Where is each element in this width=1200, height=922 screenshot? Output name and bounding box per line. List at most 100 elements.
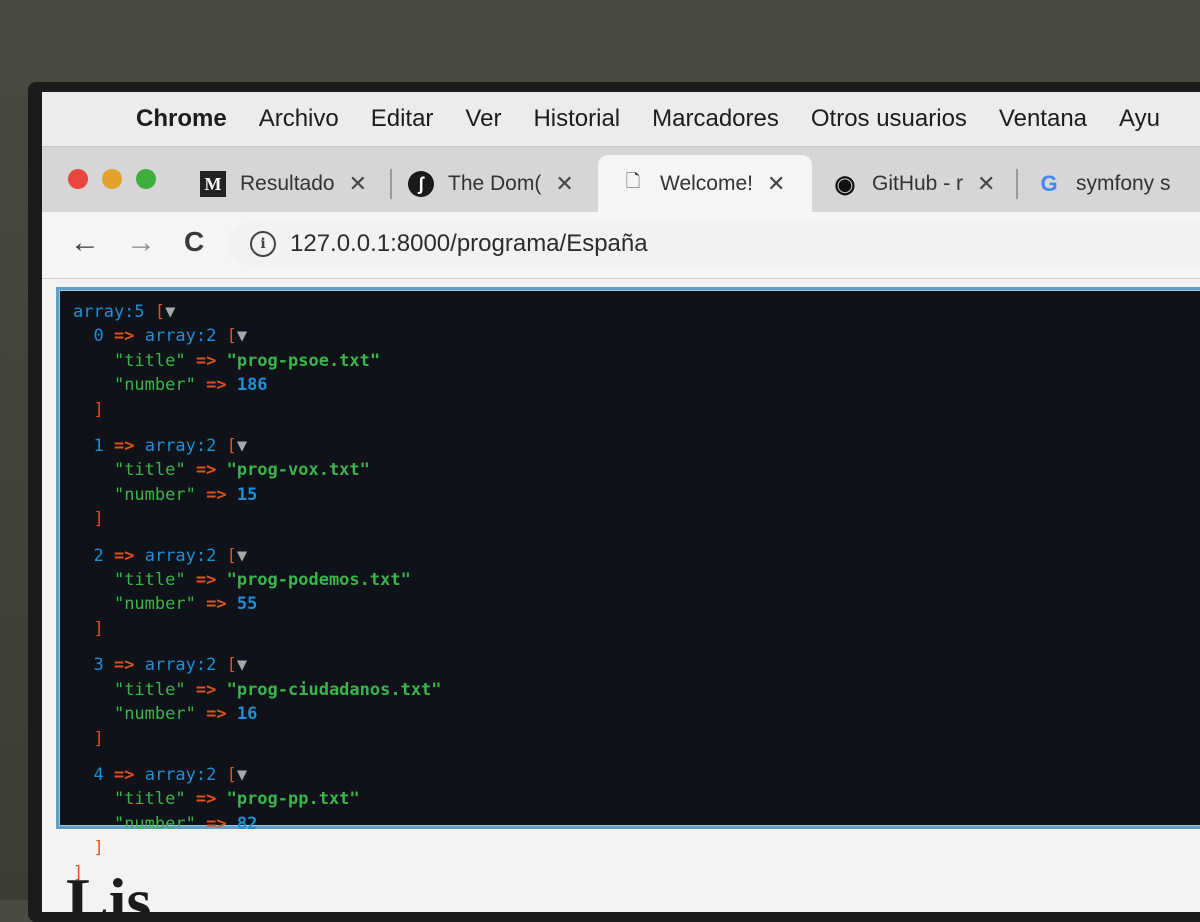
- forward-arrow-icon[interactable]: →: [126, 226, 156, 260]
- arrow-operator: =>: [206, 813, 227, 834]
- tab-label: GitHub - r: [872, 172, 964, 195]
- macos-menubar: Chrome Archivo Editar Ver Historial Marc…: [42, 92, 1200, 146]
- collapse-toggle-icon[interactable]: ▼: [237, 436, 247, 456]
- item-index: 2: [93, 545, 104, 566]
- url-text[interactable]: 127.0.0.1:8000/programa/España: [290, 230, 648, 258]
- minimize-window-button[interactable]: [102, 169, 122, 189]
- arrow-operator: =>: [195, 789, 217, 810]
- open-bracket: [: [226, 545, 237, 566]
- title-key: "title": [113, 350, 186, 371]
- item-gap: [73, 532, 1200, 544]
- item-array-label: array:2: [144, 655, 217, 676]
- close-bracket: ]: [93, 838, 104, 859]
- collapse-toggle-icon[interactable]: ▼: [237, 546, 247, 566]
- close-tab-icon[interactable]: ✕: [767, 171, 785, 197]
- medium-icon: M: [200, 171, 226, 197]
- close-window-button[interactable]: [68, 169, 88, 189]
- arrow-operator: =>: [113, 545, 135, 566]
- window-controls: [68, 169, 156, 189]
- maximize-window-button[interactable]: [136, 169, 156, 189]
- collapse-toggle-icon[interactable]: ▼: [237, 765, 247, 785]
- number-key: "number": [113, 594, 196, 615]
- title-value: "prog-podemos.txt": [226, 570, 411, 591]
- item-array-label: array:2: [144, 326, 217, 347]
- menu-ver[interactable]: Ver: [465, 105, 501, 133]
- collapse-toggle-icon[interactable]: ▼: [237, 326, 247, 346]
- arrow-operator: =>: [113, 436, 135, 457]
- open-bracket: [: [226, 655, 237, 676]
- collapse-toggle-icon[interactable]: ▼: [237, 655, 247, 675]
- title-key: "title": [113, 679, 186, 700]
- arrow-operator: =>: [195, 460, 217, 481]
- close-tab-icon[interactable]: ✕: [349, 171, 367, 197]
- arrow-operator: =>: [113, 326, 135, 347]
- tab-the-dom[interactable]: ʃ The Dom( ✕: [408, 155, 588, 213]
- item-gap: [73, 641, 1200, 653]
- number-value: 82: [236, 813, 258, 834]
- arrow-operator: =>: [206, 375, 227, 396]
- menu-historial[interactable]: Historial: [533, 105, 620, 133]
- menu-marcadores[interactable]: Marcadores: [652, 105, 779, 133]
- menu-ayuda[interactable]: Ayu: [1119, 105, 1160, 133]
- number-key: "number": [113, 704, 196, 725]
- item-index: 1: [93, 436, 104, 457]
- dump-item: 3 => array:2 [▼ "title" => "prog-ciudada…: [73, 653, 1200, 763]
- back-arrow-icon[interactable]: ←: [70, 226, 100, 260]
- arrow-operator: =>: [113, 764, 135, 785]
- dump-item: 1 => array:2 [▼ "title" => "prog-vox.txt…: [73, 434, 1200, 544]
- number-value: 16: [236, 704, 258, 725]
- title-value: "prog-ciudadanos.txt": [226, 679, 442, 700]
- item-array-label: array:2: [144, 436, 217, 457]
- close-bracket: ]: [93, 399, 104, 420]
- reload-icon[interactable]: C: [184, 226, 204, 258]
- number-key: "number": [113, 813, 196, 834]
- item-gap: [73, 751, 1200, 763]
- dump-item: 0 => array:2 [▼ "title" => "prog-psoe.tx…: [73, 324, 1200, 434]
- address-bar[interactable]: i 127.0.0.1:8000/programa/España: [228, 222, 1200, 266]
- document-icon: 🗋: [625, 171, 641, 191]
- github-icon: ◉: [834, 170, 856, 198]
- tab-separator: [1016, 169, 1018, 199]
- arrow-operator: =>: [206, 594, 227, 615]
- item-index: 4: [93, 764, 104, 785]
- menu-chrome[interactable]: Chrome: [136, 105, 227, 133]
- info-icon[interactable]: i: [250, 231, 276, 257]
- number-value: 186: [236, 375, 268, 396]
- arrow-operator: =>: [195, 350, 217, 371]
- tab-label: Welcome!: [660, 172, 753, 195]
- arrow-operator: =>: [206, 704, 227, 725]
- menu-editar[interactable]: Editar: [371, 105, 434, 133]
- menu-archivo[interactable]: Archivo: [259, 105, 339, 133]
- dump-item: 4 => array:2 [▼ "title" => "prog-pp.txt"…: [73, 763, 1200, 861]
- tab-resultado[interactable]: M Resultado ✕: [200, 155, 370, 213]
- google-icon: G: [1040, 171, 1058, 196]
- dump-root-line: array:5 [▼: [73, 302, 176, 322]
- browser-toolbar: ← → C i 127.0.0.1:8000/programa/España: [42, 212, 1200, 279]
- title-key: "title": [113, 570, 186, 591]
- tab-label: The Dom(: [448, 172, 542, 195]
- tab-strip: M Resultado ✕ ʃ The Dom( ✕ 🗋 Welcome! ✕ …: [42, 146, 1200, 213]
- tab-label: Resultado: [240, 172, 335, 195]
- close-bracket: ]: [93, 728, 104, 749]
- title-value: "prog-psoe.txt": [226, 350, 381, 371]
- arrow-operator: =>: [195, 570, 217, 591]
- tab-welcome[interactable]: 🗋 Welcome! ✕: [598, 155, 812, 213]
- dump-item: 2 => array:2 [▼ "title" => "prog-podemos…: [73, 544, 1200, 654]
- collapse-toggle-icon[interactable]: ▼: [165, 302, 175, 322]
- number-value: 55: [236, 594, 258, 615]
- symfony-icon: ʃ: [408, 171, 434, 197]
- close-tab-icon[interactable]: ✕: [977, 171, 995, 197]
- item-index: 0: [93, 326, 104, 347]
- title-key: "title": [113, 789, 186, 810]
- tab-github[interactable]: ◉ GitHub - r ✕: [832, 155, 1004, 213]
- page-content: array:5 [▼ 0 => array:2 [▼ "title" => "p…: [42, 279, 1200, 912]
- close-bracket: ]: [93, 509, 104, 530]
- arrow-operator: =>: [113, 655, 135, 676]
- tab-symfony[interactable]: G symfony s: [1036, 155, 1200, 213]
- number-value: 15: [236, 484, 258, 505]
- tab-label: symfony s: [1076, 172, 1171, 195]
- menu-ventana[interactable]: Ventana: [999, 105, 1087, 133]
- close-tab-icon[interactable]: ✕: [555, 171, 573, 197]
- number-key: "number": [113, 375, 196, 396]
- menu-otros-usuarios[interactable]: Otros usuarios: [811, 105, 967, 133]
